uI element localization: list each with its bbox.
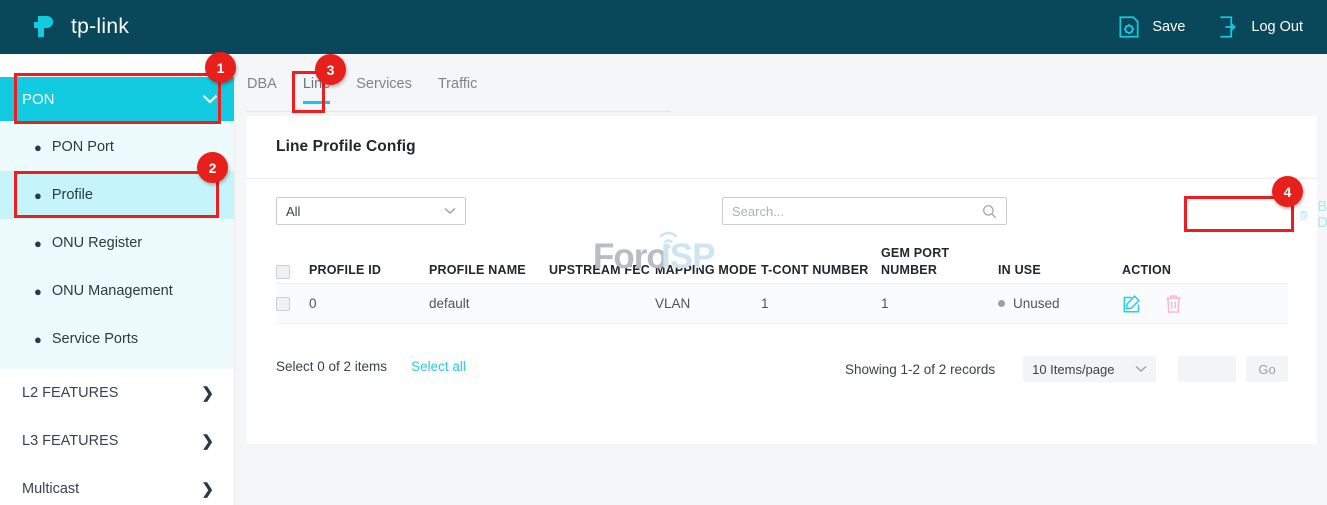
save-button[interactable]: Save: [1116, 14, 1185, 40]
tab-dba[interactable]: DBA: [247, 76, 277, 103]
batch-delete-button[interactable]: Batch Delete: [1299, 199, 1327, 231]
cell-profile-id: 0: [309, 296, 429, 311]
showing-records-label: Showing 1-2 of 2 records: [845, 362, 995, 377]
brand-name: tp-link: [71, 15, 129, 39]
column-header-mapping-mode: MAPPING MODE: [655, 262, 761, 279]
sidebar-item-onu-register[interactable]: ● ONU Register: [0, 219, 234, 267]
column-header-profile-id: PROFILE ID: [309, 262, 429, 279]
profile-table: PROFILE ID PROFILE NAME UPSTREAM FEC MAP…: [276, 248, 1288, 324]
cell-profile-name: default: [429, 296, 549, 311]
tab-traffic[interactable]: Traffic: [438, 76, 477, 103]
top-header-bar: tp-link Save Log Out: [0, 0, 1327, 54]
search-icon: [982, 204, 997, 219]
cell-in-use: Unused: [998, 296, 1122, 311]
sidebar-group-l3-features[interactable]: L3 FEATURES ❯: [0, 417, 234, 465]
logout-button[interactable]: Log Out: [1215, 14, 1303, 40]
sidebar-item-service-ports[interactable]: ● Service Ports: [0, 315, 234, 363]
logout-label: Log Out: [1251, 19, 1303, 35]
column-header-upstream-fec: UPSTREAM FEC: [549, 262, 655, 279]
tp-link-mark-icon: [34, 14, 64, 40]
cell-gem-port-number: 1: [881, 296, 998, 311]
sidebar-item-pon-port[interactable]: ● PON Port: [0, 123, 234, 171]
save-icon: [1116, 14, 1142, 40]
chevron-down-icon: [1135, 365, 1147, 373]
select-all-checkbox-cell: [276, 265, 309, 279]
sidebar-group-label: Multicast: [22, 481, 79, 497]
bullet-icon: ●: [34, 333, 42, 346]
search-input[interactable]: [732, 204, 982, 219]
sidebar-group-label: L3 FEATURES: [22, 433, 118, 449]
app-window: tp-link Save Log Out: [0, 0, 1327, 505]
sidebar-item-label: Profile: [52, 187, 93, 203]
tab-line[interactable]: Line: [303, 76, 330, 103]
select-all-link[interactable]: Select all: [411, 359, 466, 374]
select-all-checkbox[interactable]: [276, 265, 290, 279]
tp-link-logo: tp-link: [34, 14, 129, 40]
sidebar-group-pon-label: PON: [22, 91, 55, 108]
content-card: Line Profile Config All Batch Delete: [247, 116, 1317, 444]
per-page-select[interactable]: 10 Items/page: [1023, 356, 1156, 382]
pagination-controls: Showing 1-2 of 2 records 10 Items/page G…: [845, 356, 1288, 382]
top-actions: Save Log Out: [1086, 14, 1303, 40]
cell-tcont-number: 1: [761, 296, 881, 311]
row-actions: [1122, 294, 1242, 314]
tab-services[interactable]: Services: [356, 76, 412, 103]
go-button[interactable]: Go: [1246, 356, 1288, 382]
sidebar-subitems: ● PON Port ● Profile ● ONU Register ● ON…: [0, 121, 234, 369]
chevron-down-icon: [444, 207, 456, 215]
sidebar-nav: PON ● PON Port ● Profile ● ONU Register …: [0, 54, 235, 505]
chevron-right-icon: ❯: [201, 432, 214, 450]
trash-icon: [1299, 207, 1308, 224]
table-header-row: PROFILE ID PROFILE NAME UPSTREAM FEC MAP…: [276, 248, 1288, 284]
chevron-down-icon: [202, 94, 218, 104]
column-header-tcont-number: T-CONT NUMBER: [761, 262, 881, 279]
row-checkbox-cell: [276, 297, 309, 311]
filter-select-value: All: [286, 204, 300, 219]
selection-summary: Select 0 of 2 items Select all: [276, 359, 466, 374]
bullet-icon: ●: [34, 285, 42, 298]
status-label: Unused: [1013, 296, 1060, 311]
sidebar-item-profile[interactable]: ● Profile: [0, 171, 234, 219]
sidebar-group-label: L2 FEATURES: [22, 385, 118, 401]
status-dot-icon: [998, 300, 1005, 307]
sidebar-group-pon[interactable]: PON: [0, 77, 234, 121]
filter-select[interactable]: All: [276, 197, 466, 225]
select-count-label: Select 0 of 2 items: [276, 359, 387, 374]
batch-delete-label: Batch Delete: [1317, 199, 1327, 231]
sidebar-item-label: PON Port: [52, 139, 114, 155]
column-header-action: ACTION: [1122, 262, 1242, 279]
sidebar-item-label: ONU Management: [52, 283, 173, 299]
per-page-value: 10 Items/page: [1032, 362, 1114, 377]
column-header-in-use: IN USE: [998, 262, 1122, 279]
tab-bar: DBA Line Services Traffic: [247, 76, 671, 112]
sidebar-group-l2-features[interactable]: L2 FEATURES ❯: [0, 369, 234, 417]
sidebar-item-onu-management[interactable]: ● ONU Management: [0, 267, 234, 315]
status-badge: Unused: [998, 296, 1122, 311]
bullet-icon: ●: [34, 237, 42, 250]
edit-icon[interactable]: [1122, 294, 1142, 314]
bullet-icon: ●: [34, 189, 42, 202]
page-title: Line Profile Config: [247, 116, 1317, 156]
cell-mapping-mode: VLAN: [655, 296, 761, 311]
page-number-input[interactable]: [1178, 356, 1236, 382]
table-row[interactable]: 0 default VLAN 1 1 Unused: [276, 284, 1288, 324]
chevron-right-icon: ❯: [201, 384, 214, 402]
sidebar-item-label: Service Ports: [52, 331, 138, 347]
column-header-profile-name: PROFILE NAME: [429, 262, 549, 279]
delete-icon[interactable]: [1164, 294, 1183, 314]
row-checkbox[interactable]: [276, 297, 290, 311]
sidebar-group-multicast[interactable]: Multicast ❯: [0, 465, 234, 505]
logout-icon: [1215, 14, 1241, 40]
search-box[interactable]: [722, 197, 1007, 225]
cell-action: [1122, 294, 1242, 314]
column-header-gem-port-number: GEM PORT NUMBER: [881, 245, 998, 279]
save-label: Save: [1152, 19, 1185, 35]
bullet-icon: ●: [34, 141, 42, 154]
chevron-right-icon: ❯: [201, 480, 214, 498]
sidebar-item-label: ONU Register: [52, 235, 142, 251]
